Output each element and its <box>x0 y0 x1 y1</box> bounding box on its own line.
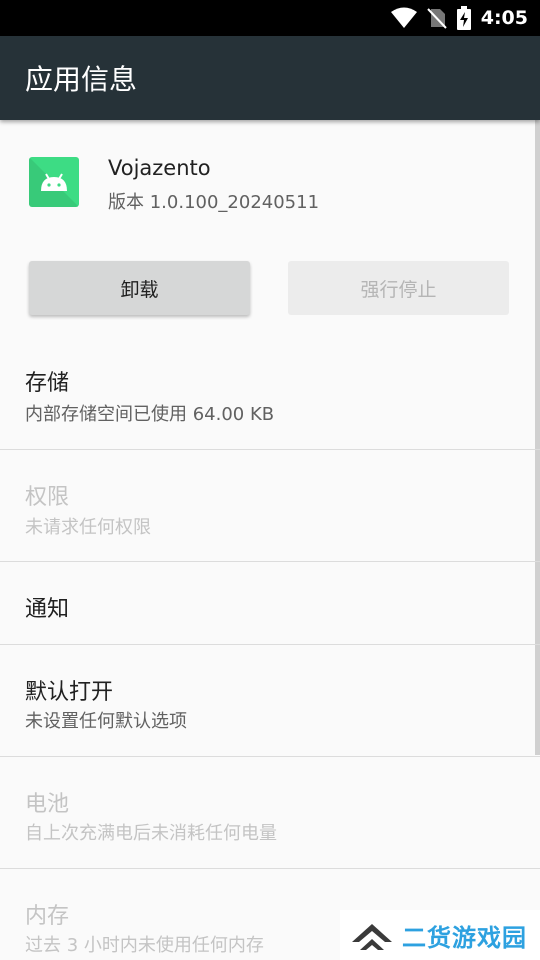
chevron-logo-icon <box>352 924 392 950</box>
item-title: 权限 <box>25 485 70 510</box>
app-bar: 应用信息 <box>0 36 540 120</box>
settings-item-open-by-default[interactable]: 默认打开 未设置任何默认选项 <box>0 645 540 757</box>
item-title: 通知 <box>25 597 70 622</box>
app-name: Vojazento <box>108 156 211 180</box>
item-title: 存储 <box>25 371 70 396</box>
item-summary: 未设置任何默认选项 <box>25 711 187 732</box>
watermark-text: 二货游戏园 <box>402 923 527 952</box>
no-sim-icon <box>427 8 447 29</box>
settings-item-permissions: 权限 未请求任何权限 <box>0 450 540 562</box>
item-title: 默认打开 <box>25 680 114 705</box>
item-summary: 内部存储空间已使用 64.00 KB <box>25 404 275 425</box>
status-bar: 4:05 <box>0 0 540 36</box>
item-title: 电池 <box>25 792 70 817</box>
item-summary: 自上次充满电后未消耗任何电量 <box>25 823 277 844</box>
page-title: 应用信息 <box>25 63 138 96</box>
settings-item-storage[interactable]: 存储 内部存储空间已使用 64.00 KB <box>0 337 540 450</box>
settings-item-notifications[interactable]: 通知 <box>0 562 540 644</box>
item-title: 内存 <box>25 904 70 929</box>
battery-charging-icon <box>456 6 471 30</box>
app-version: 版本 1.0.100_20240511 <box>108 192 320 213</box>
item-summary: 过去 3 小时内未使用任何内存 <box>25 935 264 956</box>
status-icons: 4:05 <box>390 0 528 36</box>
item-summary: 未请求任何权限 <box>25 517 151 538</box>
settings-item-battery: 电池 自上次充满电后未消耗任何电量 <box>0 757 540 869</box>
status-time: 4:05 <box>480 7 528 29</box>
wifi-icon <box>390 7 417 28</box>
android-robot-icon <box>29 157 79 207</box>
uninstall-button[interactable]: 卸载 <box>29 261 250 315</box>
force-stop-button: 强行停止 <box>288 261 509 315</box>
watermark: 二货游戏园 <box>340 910 540 960</box>
